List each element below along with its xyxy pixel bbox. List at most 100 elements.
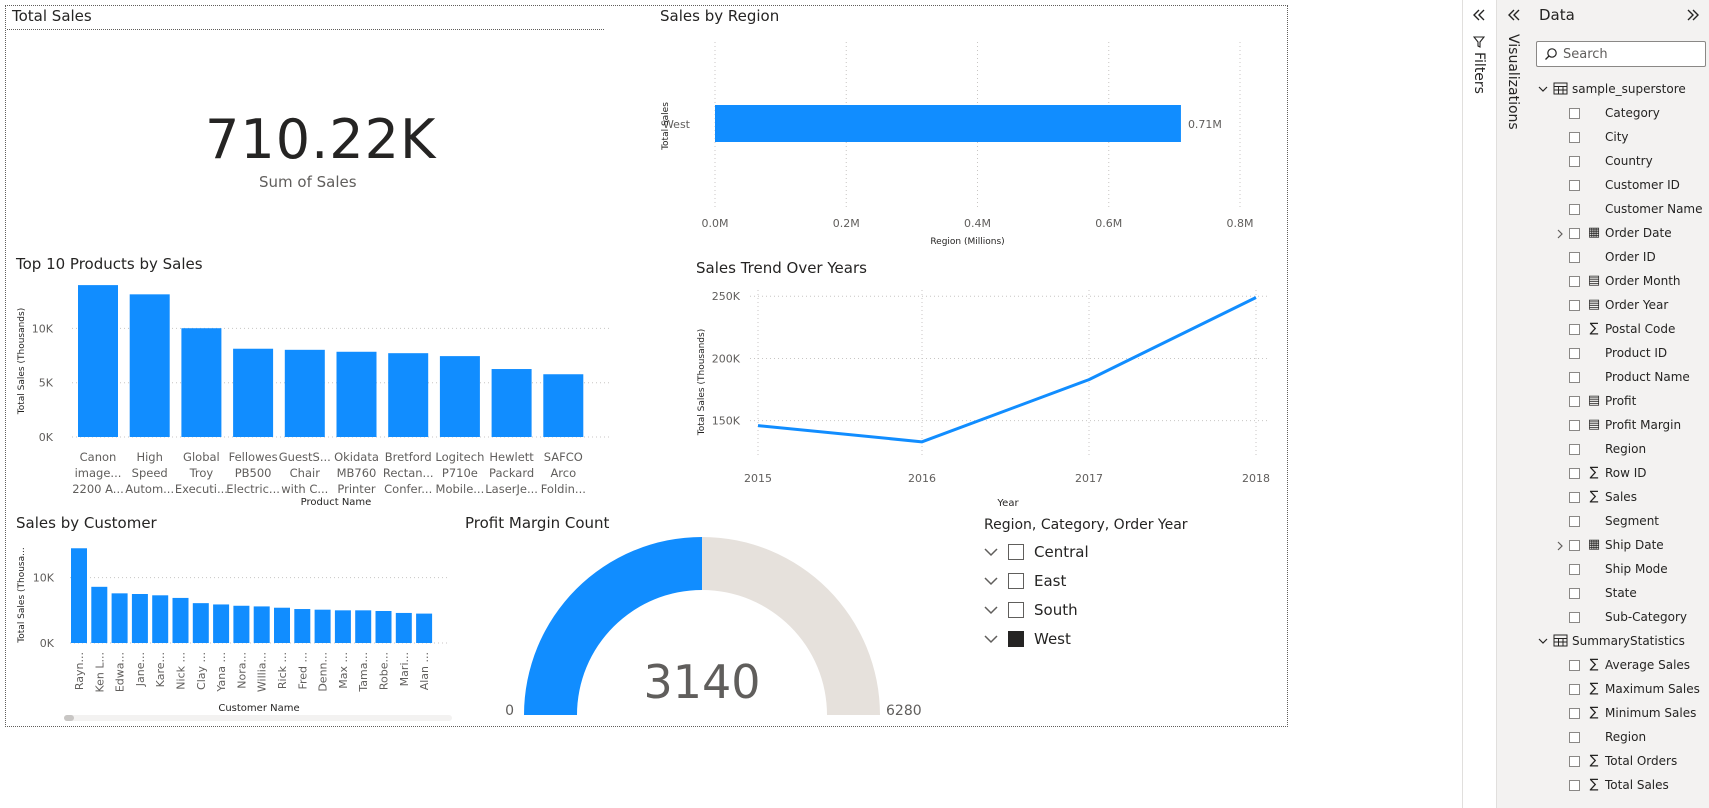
field-total-orders[interactable]: ∑ Total Orders [1569, 751, 1707, 773]
chevron-down-icon[interactable] [984, 603, 998, 617]
chevron-down-icon[interactable] [1537, 83, 1549, 95]
table-summarystatistics[interactable]: SummaryStatistics [1537, 631, 1707, 653]
x-category-label: Arco [550, 466, 576, 480]
field-checkbox[interactable] [1569, 564, 1580, 575]
field-checkbox[interactable] [1569, 708, 1580, 719]
field-checkbox[interactable] [1569, 516, 1580, 527]
field-checkbox[interactable] [1569, 396, 1580, 407]
field-sales[interactable]: ∑ Sales [1569, 487, 1707, 509]
field-checkbox[interactable] [1569, 780, 1580, 791]
customer-bar [395, 612, 412, 643]
field-order-id[interactable]: Order ID [1569, 247, 1707, 269]
search-input[interactable]: Search [1563, 47, 1608, 62]
chevron-right-icon[interactable] [1555, 228, 1565, 240]
field-checkbox[interactable] [1569, 468, 1580, 479]
field-checkbox[interactable] [1569, 612, 1580, 623]
slicer-checkbox[interactable] [1008, 602, 1024, 618]
slicer-checkbox[interactable] [1008, 573, 1024, 589]
field-checkbox[interactable] [1569, 540, 1580, 551]
field-checkbox[interactable] [1569, 276, 1580, 287]
field-profit-margin[interactable]: ▤ Profit Margin [1569, 415, 1707, 437]
field-checkbox[interactable] [1569, 420, 1580, 431]
region-bar-chart[interactable]: 0.0M 0.2M 0.4M 0.6M 0.8MWest 0.71MRegion (Mil… [655, 30, 1295, 255]
slicer-checkbox[interactable] [1008, 631, 1024, 647]
product-bar [233, 348, 274, 437]
field-checkbox[interactable] [1569, 588, 1580, 599]
expand-visualizations-icon[interactable] [1507, 8, 1521, 22]
products-bar-chart[interactable]: 0K 5K 10K Canon image... 2200 A... High Speed Au… [10, 275, 620, 515]
chevron-down-icon[interactable] [984, 632, 998, 646]
field-order-month[interactable]: ▤ Order Month [1569, 271, 1707, 293]
field-sub-category[interactable]: Sub-Category [1569, 607, 1707, 629]
field-ship-mode[interactable]: Ship Mode [1569, 559, 1707, 581]
field-checkbox[interactable] [1569, 348, 1580, 359]
slicer-item-east[interactable]: East [984, 569, 1066, 593]
expand-filters-icon[interactable] [1472, 8, 1486, 22]
visualizations-label[interactable]: Visualizations [1505, 34, 1521, 130]
slicer-checkbox[interactable] [1008, 544, 1024, 560]
table-name: SummaryStatistics [1572, 634, 1685, 648]
profit-margin-gauge[interactable]: 3140 0 6280 [495, 530, 955, 730]
field-checkbox[interactable] [1569, 108, 1580, 119]
filters-label[interactable]: Filters [1471, 52, 1487, 94]
field-checkbox[interactable] [1569, 180, 1580, 191]
chevron-down-icon[interactable] [1537, 635, 1549, 647]
slicer-item-south[interactable]: South [984, 598, 1078, 622]
field-checkbox[interactable] [1569, 228, 1580, 239]
field-ship-date[interactable]: ▦ Ship Date [1557, 535, 1707, 557]
field-minimum-sales[interactable]: ∑ Minimum Sales [1569, 703, 1707, 725]
field-checkbox[interactable] [1569, 756, 1580, 767]
field-checkbox[interactable] [1569, 156, 1580, 167]
slicer-item-central[interactable]: Central [984, 540, 1089, 564]
trend-line-chart[interactable]: 150K 200K 250K 2015 2016 2017 2018 Year Total Sa… [690, 280, 1285, 515]
x-tick-label: 0.0M [702, 217, 729, 230]
slicer-item-west[interactable]: West [984, 627, 1071, 651]
x-category-label: Speed [132, 466, 168, 480]
visualizations-pane[interactable]: Visualizations [1497, 0, 1531, 808]
field-checkbox[interactable] [1569, 204, 1580, 215]
field-checkbox[interactable] [1569, 300, 1580, 311]
field-checkbox[interactable] [1569, 492, 1580, 503]
collapse-data-pane-icon[interactable] [1686, 8, 1700, 22]
field-checkbox[interactable] [1569, 684, 1580, 695]
field-checkbox[interactable] [1569, 132, 1580, 143]
product-bar [129, 294, 170, 437]
field-maximum-sales[interactable]: ∑ Maximum Sales [1569, 679, 1707, 701]
field-total-sales[interactable]: ∑ Total Sales [1569, 775, 1707, 797]
field-product-name[interactable]: Product Name [1569, 367, 1707, 389]
field-checkbox[interactable] [1569, 444, 1580, 455]
field-checkbox[interactable] [1569, 252, 1580, 263]
field-checkbox[interactable] [1569, 372, 1580, 383]
field-country[interactable]: Country [1569, 151, 1707, 173]
customer-bar-chart[interactable]: 0K 10K Rayn... Ken L... Edwa... Jane... Kare..… [10, 535, 465, 725]
field-checkbox[interactable] [1569, 660, 1580, 671]
slicer-item-label: Central [1034, 543, 1089, 561]
field-profit[interactable]: ▤ Profit [1569, 391, 1707, 413]
field-average-sales[interactable]: ∑ Average Sales [1569, 655, 1707, 677]
data-search-box[interactable]: Search [1536, 41, 1706, 67]
field-region[interactable]: Region [1569, 439, 1707, 461]
filters-pane[interactable]: Filters [1463, 0, 1496, 808]
chevron-down-icon[interactable] [984, 574, 998, 588]
x-category-label: Troy [189, 466, 214, 480]
field-customer-name[interactable]: Customer Name [1569, 199, 1707, 221]
field-segment[interactable]: Segment [1569, 511, 1707, 533]
field-checkbox[interactable] [1569, 324, 1580, 335]
field-checkbox[interactable] [1569, 732, 1580, 743]
field-label: Total Sales [1605, 778, 1669, 792]
field-region[interactable]: Region [1569, 727, 1707, 749]
chevron-down-icon[interactable] [984, 545, 998, 559]
field-category[interactable]: Category [1569, 103, 1707, 125]
field-order-date[interactable]: ▦ Order Date [1557, 223, 1707, 245]
field-product-id[interactable]: Product ID [1569, 343, 1707, 365]
field-city[interactable]: City [1569, 127, 1707, 149]
field-state[interactable]: State [1569, 583, 1707, 605]
field-label: Sub-Category [1605, 610, 1687, 624]
customer-bar [152, 595, 169, 643]
field-row-id[interactable]: ∑ Row ID [1569, 463, 1707, 485]
chevron-right-icon[interactable] [1555, 540, 1565, 552]
field-postal-code[interactable]: ∑ Postal Code [1569, 319, 1707, 341]
table-sample_superstore[interactable]: sample_superstore [1537, 79, 1707, 101]
field-customer-id[interactable]: Customer ID [1569, 175, 1707, 197]
field-order-year[interactable]: ▤ Order Year [1569, 295, 1707, 317]
